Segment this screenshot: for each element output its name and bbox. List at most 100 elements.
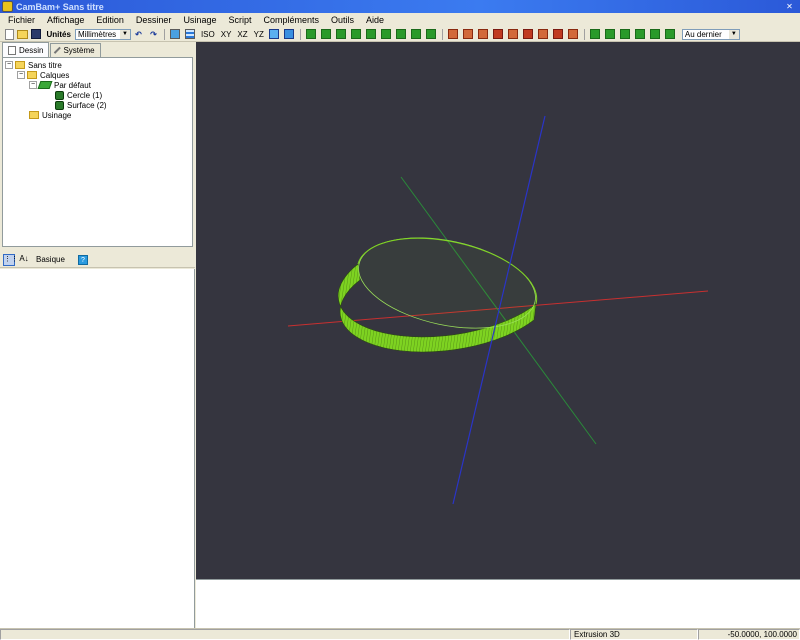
order-select[interactable]: Au dernier ▼ bbox=[681, 28, 740, 40]
categorized-icon[interactable]: ⋮⋮ bbox=[3, 253, 18, 266]
align-top-icon[interactable] bbox=[634, 28, 646, 40]
menu-complements[interactable]: Compléments bbox=[257, 13, 325, 27]
view-iso-button[interactable]: ISO bbox=[201, 30, 215, 39]
sort-alpha-icon[interactable]: A↓ bbox=[18, 254, 30, 266]
properties-mode-button[interactable]: Basique bbox=[36, 255, 65, 264]
window-title: CamBam+ Sans titre bbox=[16, 1, 104, 12]
title-bar: CamBam+ Sans titre ✕ bbox=[0, 0, 800, 13]
menu-script[interactable]: Script bbox=[222, 13, 257, 27]
tab-systeme[interactable]: Système bbox=[50, 43, 101, 57]
gcode-icon[interactable] bbox=[537, 28, 549, 40]
align-bottom-icon[interactable] bbox=[664, 28, 676, 40]
undo-icon[interactable]: ↶ bbox=[132, 28, 144, 40]
app-icon bbox=[2, 1, 13, 12]
menu-usinage[interactable]: Usinage bbox=[177, 13, 222, 27]
menu-edition[interactable]: Edition bbox=[90, 13, 130, 27]
tree-machining-label: Usinage bbox=[42, 110, 72, 120]
tree-node-machining[interactable]: Usinage bbox=[5, 110, 190, 120]
view-xz-button[interactable]: XZ bbox=[237, 30, 247, 39]
zoom-fit-icon[interactable] bbox=[268, 28, 280, 40]
zoom-window-icon[interactable] bbox=[283, 28, 295, 40]
folder-icon bbox=[27, 71, 37, 79]
status-bar: Extrusion 3D -50.0000, 100.0000 bbox=[0, 628, 800, 640]
lathe-op-icon[interactable] bbox=[507, 28, 519, 40]
panel-tabs: Dessin Système bbox=[2, 42, 102, 57]
tab-dessin-label: Dessin bbox=[19, 45, 44, 55]
redo-icon[interactable]: ↷ bbox=[147, 28, 159, 40]
menu-affichage[interactable]: Affichage bbox=[41, 13, 90, 27]
tree-node-circle[interactable]: Cercle (1) bbox=[5, 90, 190, 100]
new-file-icon[interactable] bbox=[5, 28, 14, 40]
view-xy-button[interactable]: XY bbox=[221, 30, 232, 39]
tree-node-surface[interactable]: Surface (2) bbox=[5, 100, 190, 110]
document-icon bbox=[8, 45, 16, 55]
draw-points-icon[interactable] bbox=[335, 28, 347, 40]
tree-surface-label: Surface (2) bbox=[67, 100, 107, 110]
toolbar-separator bbox=[583, 28, 585, 40]
circle-shape-icon bbox=[55, 90, 64, 100]
align-center-icon[interactable] bbox=[604, 28, 616, 40]
tab-systeme-label: Système bbox=[63, 46, 95, 55]
draw-line-icon[interactable] bbox=[380, 28, 392, 40]
folder-icon bbox=[15, 61, 25, 69]
tree-node-default-layer[interactable]: − Par défaut bbox=[5, 80, 190, 90]
toolbar-separator bbox=[163, 28, 165, 40]
tree-default-layer-label: Par défaut bbox=[54, 80, 91, 90]
tree-node-root[interactable]: − Sans titre bbox=[5, 60, 190, 70]
help-icon[interactable]: ? bbox=[77, 254, 88, 265]
scene-svg bbox=[287, 115, 709, 505]
menu-fichier[interactable]: Fichier bbox=[0, 13, 41, 27]
draw-text-icon[interactable] bbox=[395, 28, 407, 40]
wrench-icon bbox=[54, 46, 63, 55]
menu-aide[interactable]: Aide bbox=[360, 13, 390, 27]
draw-spline-icon[interactable] bbox=[410, 28, 422, 40]
menu-dessiner[interactable]: Dessiner bbox=[130, 13, 178, 27]
toolbar-separator bbox=[299, 28, 301, 40]
layer-icon bbox=[37, 81, 53, 89]
chevron-down-icon: ▼ bbox=[119, 29, 130, 39]
close-icon[interactable]: ✕ bbox=[783, 1, 796, 12]
status-main bbox=[0, 629, 570, 640]
status-coordinates: -50.0000, 100.0000 bbox=[698, 629, 800, 640]
collapse-icon[interactable]: − bbox=[17, 71, 25, 79]
profile-op-icon[interactable] bbox=[447, 28, 459, 40]
draw-rectangle-icon[interactable] bbox=[350, 28, 362, 40]
properties-grid[interactable] bbox=[0, 269, 195, 628]
tab-dessin[interactable]: Dessin bbox=[2, 42, 50, 57]
toolbar-separator bbox=[441, 28, 443, 40]
export-gcode-icon[interactable] bbox=[567, 28, 579, 40]
main-toolbar: Unités Millimètres ▼ ↶ ↷ ISO XY XZ YZ Au… bbox=[0, 27, 800, 42]
menu-bar: Fichier Affichage Edition Dessiner Usina… bbox=[0, 13, 800, 27]
align-right-icon[interactable] bbox=[619, 28, 631, 40]
order-select-value: Au dernier bbox=[684, 29, 722, 39]
menu-outils[interactable]: Outils bbox=[325, 13, 360, 27]
align-middle-icon[interactable] bbox=[649, 28, 661, 40]
folder-icon bbox=[29, 111, 39, 119]
open-folder-icon[interactable] bbox=[17, 29, 28, 39]
message-area[interactable] bbox=[196, 579, 800, 628]
units-select[interactable]: Millimètres ▼ bbox=[74, 28, 131, 40]
tree-layers-label: Calques bbox=[40, 70, 70, 80]
grid-icon[interactable] bbox=[169, 28, 181, 40]
generate-toolpath-icon[interactable] bbox=[552, 28, 564, 40]
collapse-icon[interactable]: − bbox=[5, 61, 13, 69]
3d-op-icon[interactable] bbox=[522, 28, 534, 40]
tree-node-layers[interactable]: − Calques bbox=[5, 70, 190, 80]
draw-arc-icon[interactable] bbox=[365, 28, 377, 40]
save-icon[interactable] bbox=[31, 29, 41, 39]
engrave-op-icon[interactable] bbox=[492, 28, 504, 40]
grid-snap-icon[interactable] bbox=[184, 28, 196, 40]
align-left-icon[interactable] bbox=[589, 28, 601, 40]
drawing-tree: − Sans titre − Calques − Par défaut Cerc… bbox=[2, 57, 193, 247]
collapse-icon[interactable]: − bbox=[29, 81, 37, 89]
pocket-op-icon[interactable] bbox=[462, 28, 474, 40]
draw-surface-icon[interactable] bbox=[425, 28, 437, 40]
drill-op-icon[interactable] bbox=[477, 28, 489, 40]
3d-viewport[interactable] bbox=[196, 42, 800, 579]
view-yz-button[interactable]: YZ bbox=[254, 30, 264, 39]
properties-toolbar: ⋮⋮ A↓ Basique ? bbox=[0, 252, 195, 268]
draw-polyline-icon[interactable] bbox=[305, 28, 317, 40]
draw-circle-icon[interactable] bbox=[320, 28, 332, 40]
tree-circle-label: Cercle (1) bbox=[67, 90, 103, 100]
status-operation: Extrusion 3D bbox=[570, 629, 698, 640]
